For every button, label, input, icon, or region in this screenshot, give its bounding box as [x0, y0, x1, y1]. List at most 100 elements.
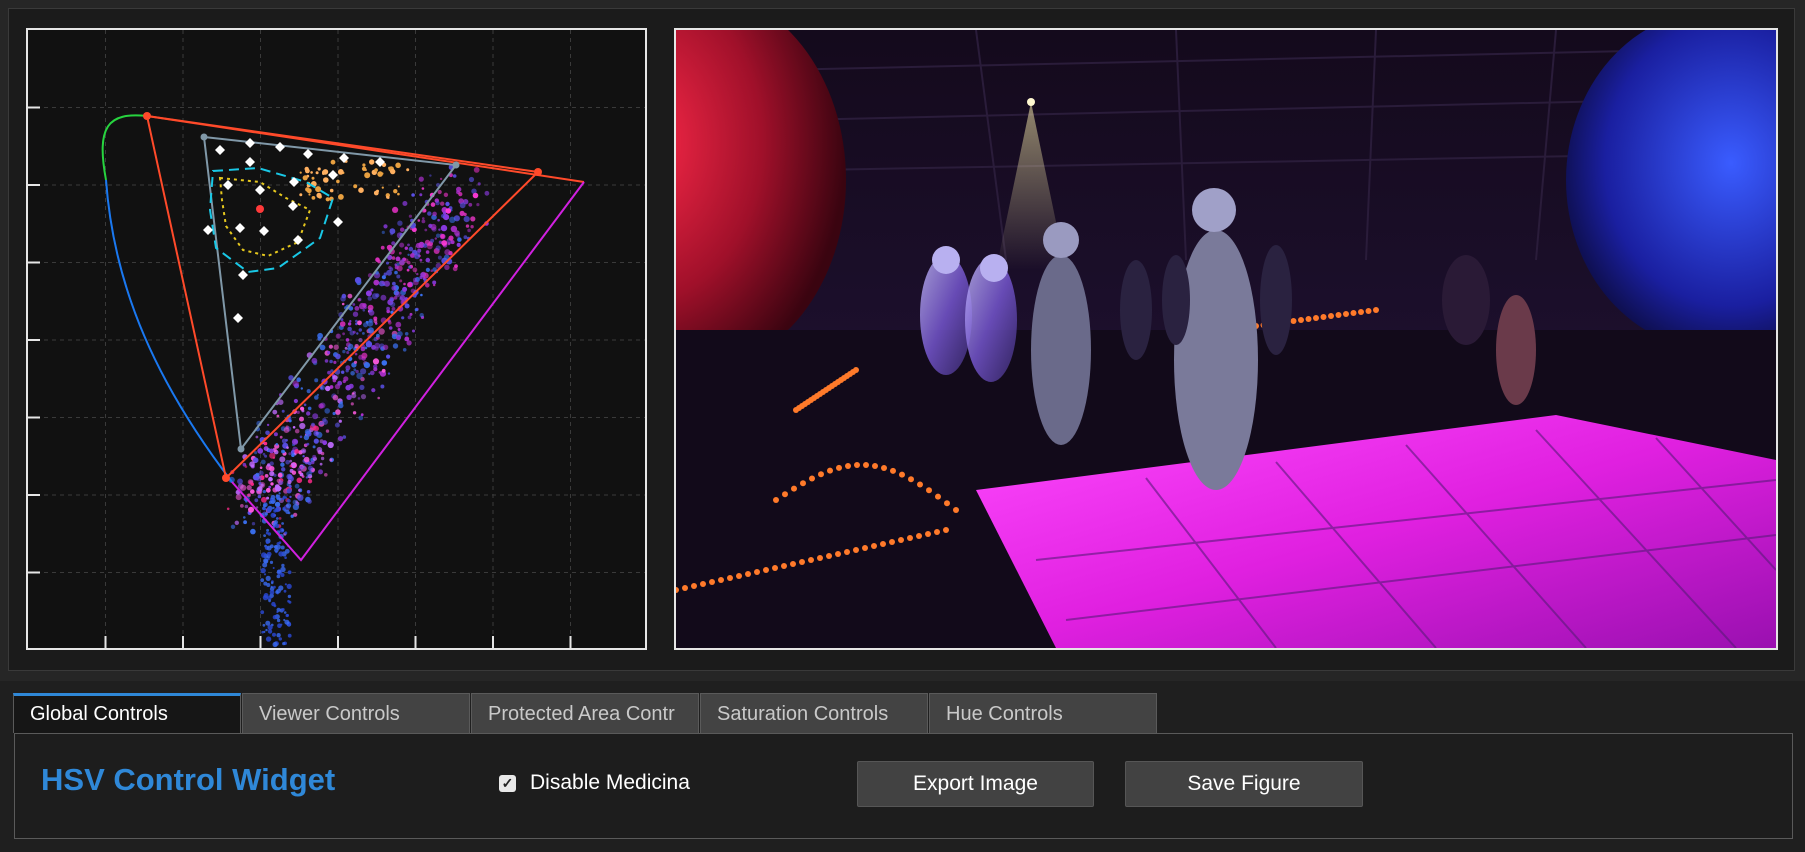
scatter-point: [357, 298, 361, 302]
scatter-point: [262, 562, 268, 568]
scatter-point: [432, 211, 437, 217]
scatter-point: [307, 479, 313, 484]
scatter-point: [407, 253, 410, 256]
scatter-point: [425, 283, 430, 288]
scatter-point: [325, 385, 331, 392]
scatter-point: [302, 455, 305, 458]
led-light: [700, 581, 706, 587]
scatter-point: [393, 189, 398, 194]
scatter-point: [287, 511, 291, 515]
scatter-point: [332, 394, 339, 401]
scatter-point: [268, 599, 271, 603]
scatter-point: [415, 242, 422, 249]
scatter-point: [260, 578, 265, 583]
scatter-point: [367, 340, 370, 343]
scatter-point: [410, 253, 415, 258]
scatter-point: [389, 267, 394, 272]
scatter-point: [317, 332, 323, 339]
scatter-point: [392, 343, 399, 349]
scatter-point: [337, 169, 344, 175]
scatter-point: [262, 595, 268, 601]
tab-protected-area-controls[interactable]: Protected Area Contr: [471, 693, 699, 733]
scatter-point: [281, 522, 284, 525]
scatter-point: [341, 293, 347, 299]
scatter-point: [370, 288, 374, 292]
scatter-point: [434, 237, 437, 240]
led-light: [934, 529, 940, 535]
scatter-point: [347, 293, 353, 299]
scatter-point: [263, 446, 268, 451]
save-figure-button[interactable]: Save Figure: [1125, 761, 1363, 807]
scatter-point: [282, 506, 286, 511]
scatter-point: [301, 475, 305, 478]
diamond-marker: [238, 270, 248, 280]
scatter-point: [368, 318, 373, 323]
scatter-point: [294, 483, 300, 489]
scatter-point: [327, 370, 331, 375]
scatter-point: [318, 469, 323, 475]
scatter-point: [244, 504, 249, 509]
scatter-point: [435, 245, 441, 251]
scatter-point: [426, 243, 430, 246]
scatter-point: [273, 473, 277, 477]
scatter-point: [230, 524, 236, 529]
export-image-button[interactable]: Export Image: [857, 761, 1094, 807]
scatter-point: [266, 507, 272, 513]
scatter-point: [397, 220, 403, 226]
led-light: [908, 476, 914, 483]
chromaticity-chart[interactable]: [26, 28, 647, 650]
scatter-point: [430, 202, 436, 207]
image-viewer[interactable]: [674, 28, 1778, 650]
scatter-point: [392, 206, 399, 213]
disable-medicina-checkbox[interactable]: ✓: [499, 775, 516, 792]
scatter-point: [468, 202, 473, 207]
led-light: [818, 471, 824, 478]
scatter-point: [266, 496, 270, 500]
chart-grid: [28, 30, 645, 648]
scatter-point: [261, 630, 264, 634]
scatter-point: [277, 503, 280, 506]
scatter-point: [265, 541, 269, 544]
scatter-point: [419, 313, 424, 318]
scatter-point: [390, 232, 393, 236]
scatter-point: [281, 497, 285, 500]
scatter-point: [278, 480, 284, 485]
spectral-locus-green: [101, 114, 148, 181]
scatter-point: [299, 416, 304, 422]
led-light: [799, 559, 805, 565]
scatter-point: [463, 216, 470, 223]
scatter-point: [300, 448, 307, 454]
scatter-point: [347, 326, 352, 332]
tab-saturation-controls[interactable]: Saturation Controls: [700, 693, 928, 733]
scatter-point: [264, 474, 269, 478]
scatter-point: [284, 583, 287, 586]
scatter-point: [358, 187, 364, 193]
scatter-point: [270, 581, 274, 585]
scatter-point: [381, 230, 385, 234]
scatter-point: [275, 494, 281, 500]
scatter-point: [419, 193, 423, 197]
disable-medicina-label[interactable]: Disable Medicina: [530, 771, 704, 795]
scatter-point: [397, 185, 400, 188]
scatter-point: [250, 528, 256, 535]
scatter-point: [314, 378, 319, 383]
scatter-point: [286, 488, 292, 494]
tab-viewer-controls[interactable]: Viewer Controls: [242, 693, 470, 733]
scatter-point: [237, 478, 243, 485]
scatter-point: [412, 277, 418, 282]
scatter-point: [358, 328, 362, 332]
scatter-point: [262, 490, 266, 494]
tab-global-controls[interactable]: Global Controls: [13, 693, 241, 733]
scatter-point: [346, 351, 350, 354]
tab-hue-controls[interactable]: Hue Controls: [929, 693, 1157, 733]
scatter-point: [260, 567, 266, 574]
led-light: [836, 464, 842, 471]
scatter-point: [289, 464, 293, 468]
scatter-point: [337, 436, 344, 442]
scatter-point: [263, 558, 269, 564]
scatter-point: [272, 409, 278, 415]
scatter-point: [323, 177, 329, 183]
scatter-point: [274, 547, 279, 553]
led-light: [1290, 318, 1297, 324]
scatter-point: [394, 270, 398, 275]
